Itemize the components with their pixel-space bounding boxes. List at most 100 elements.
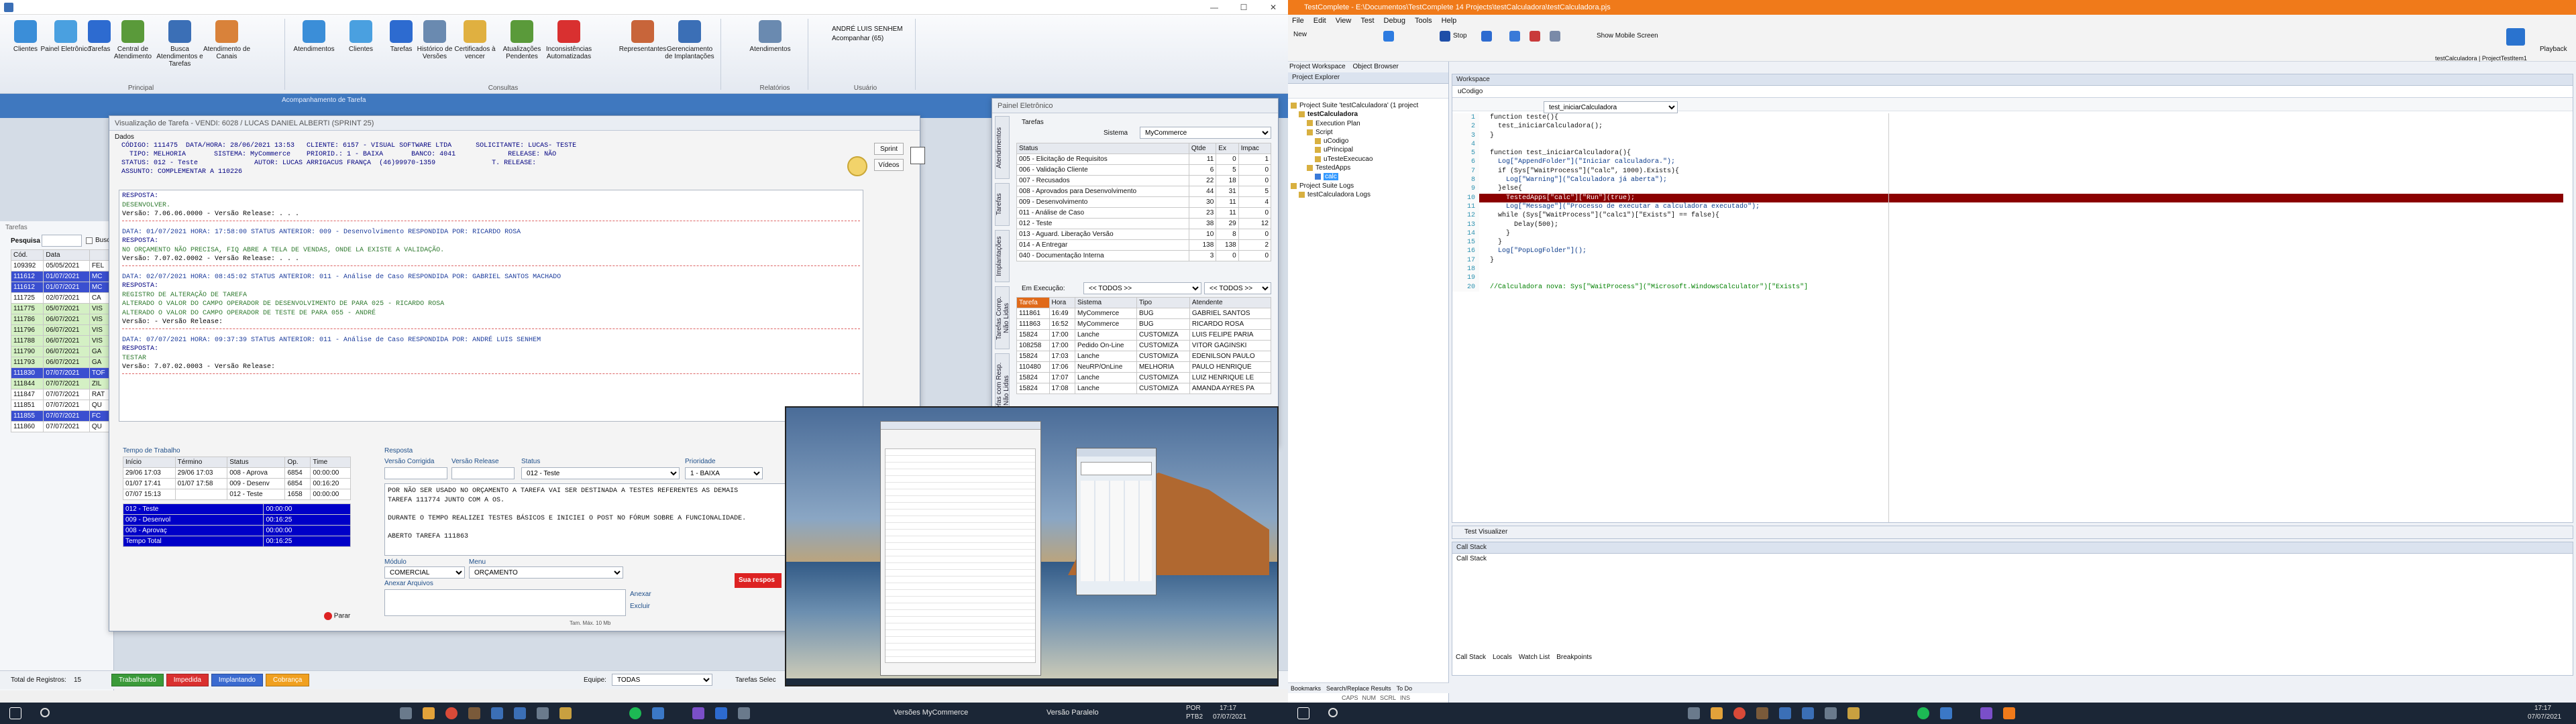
legend-trabalhando[interactable]: Trabalhando (111, 674, 164, 686)
tree-item[interactable]: Project Suite 'testCalculadora' (1 proje… (1291, 101, 1446, 110)
tab-object-browser[interactable]: Object Browser (1353, 63, 1399, 70)
sua-resposta-button[interactable]: Sua respos (735, 573, 782, 588)
visual-studio-icon[interactable] (692, 707, 704, 719)
status-row[interactable]: 040 - Documentação Interna 3 0 0 (1016, 250, 1272, 261)
painel-vtab[interactable]: Tarefas Comp. Não Lidas (995, 286, 1010, 349)
rtaskbar-app-2-icon[interactable] (1711, 707, 1723, 719)
search-input[interactable] (42, 235, 82, 247)
taskbar-item-versoes[interactable]: Versões MyCommerce (894, 709, 968, 717)
tempo-summary-row[interactable]: Tempo Total 00:16:25 (122, 536, 351, 547)
table-row[interactable]: 111793 06/07/2021 GA (10, 357, 112, 368)
menu-item[interactable]: View (1336, 17, 1352, 25)
tree-item[interactable]: TestedApps (1291, 164, 1446, 172)
tree-item[interactable]: uPrincipal (1291, 145, 1446, 154)
user-follow-link[interactable]: Acompanhar (65) (832, 35, 883, 42)
status-row[interactable]: 011 - Análise de Caso 23 11 0 (1016, 207, 1272, 219)
menu-item[interactable]: Debug (1384, 17, 1405, 25)
exec-row[interactable]: 108258 17:00 Pedido On-Line CUSTOMIZA VITOR … (1016, 340, 1272, 351)
clock-date[interactable]: 07/07/2021 (1213, 713, 1246, 721)
object-spy-icon[interactable] (1550, 31, 1560, 42)
tempo-row[interactable]: 01/07 17:41 01/07 17:58 009 - Desenv 6854 00… (123, 478, 351, 489)
status-select[interactable]: 012 - Teste (521, 467, 680, 479)
rtaskbar-spotify-icon[interactable] (1917, 707, 1929, 719)
versao-release-input[interactable] (451, 467, 515, 479)
status-row[interactable]: 009 - Desenvolvimento 30 11 4 (1016, 196, 1272, 208)
playback-icon[interactable] (2506, 28, 2525, 46)
ribbon-button-6[interactable]: Atendimentos (288, 19, 339, 78)
taskbar-app-2-icon[interactable] (423, 707, 435, 719)
table-row[interactable]: 111612 01/07/2021 MC (10, 282, 112, 293)
videos-button[interactable]: Vídeos (874, 159, 904, 171)
modulo-select[interactable]: COMERCIAL (384, 566, 465, 579)
sistema-select[interactable]: MyCommerce (1140, 127, 1271, 139)
table-row[interactable]: 111788 06/07/2021 VIS (10, 335, 112, 347)
tempo-column-header[interactable]: Status (227, 457, 286, 468)
search-icon[interactable] (40, 708, 50, 717)
lang-indicator-2[interactable]: PTB2 (1186, 713, 1203, 721)
exec-row[interactable]: 15824 17:08 Lanche CUSTOMIZA AMANDA AYRES PA (1016, 383, 1272, 394)
status-column-header[interactable]: Ex (1216, 143, 1239, 154)
exec-row[interactable]: 111863 16:52 MyCommerce BUG RICARDO ROSA (1016, 318, 1272, 330)
ribbon-button-14[interactable]: Gerenciamento de Implantações (664, 19, 715, 78)
debug-icon[interactable] (1529, 31, 1540, 42)
right-clock-date[interactable]: 07/07/2021 (2528, 713, 2561, 721)
right-clock-time[interactable]: 17:17 (2534, 705, 2551, 712)
exec-row[interactable]: 15824 17:07 Lanche CUSTOMIZA LUIZ HENRIQUE L… (1016, 372, 1272, 383)
search-checkbox[interactable] (86, 237, 93, 244)
start-icon[interactable] (9, 707, 21, 719)
taskbar-app-6-icon[interactable] (514, 707, 526, 719)
sprint-button[interactable]: Sprint (874, 143, 904, 155)
exec-row[interactable]: 15824 17:00 Lanche CUSTOMIZA LUIS FELIPE PAR… (1016, 329, 1272, 341)
status-row[interactable]: 008 - Aprovados para Desenvolvimento 44 31… (1016, 186, 1272, 197)
chrome-icon[interactable] (445, 707, 458, 719)
spotify-icon[interactable] (629, 707, 641, 719)
clock-time[interactable]: 17:17 (1220, 705, 1236, 712)
rtaskbar-app-5-icon[interactable] (1779, 707, 1791, 719)
tempo-column-header[interactable]: Op. (284, 457, 311, 468)
versao-corrigida-input[interactable] (384, 467, 447, 479)
excluir-button[interactable]: Excluir (630, 603, 650, 610)
table-row[interactable]: 111725 02/07/2021 CA (10, 292, 112, 304)
remote-desktop-preview[interactable] (785, 406, 1279, 686)
tree-item[interactable]: calc (1291, 172, 1446, 181)
table-row[interactable]: 111775 05/07/2021 VIS (10, 303, 112, 314)
status-row[interactable]: 005 - Elicitação de Requisitos 11 0 1 (1016, 154, 1272, 165)
table-row[interactable]: 109392 05/05/2021 FEL (10, 260, 112, 272)
ribbon-button-4[interactable]: Busca Atendimentos e Tarefas (154, 19, 205, 78)
tempo-summary-row[interactable]: 008 - Aprovaç 00:00:00 (122, 525, 351, 536)
menu-item[interactable]: Tools (1415, 17, 1432, 25)
tab-project-workspace[interactable]: Project Workspace (1289, 63, 1346, 70)
ribbon-button-13[interactable]: Representantes (617, 19, 668, 78)
taskbar-app-10-icon[interactable] (652, 707, 664, 719)
code-editor[interactable]: 1 2 3 4 5 6 7 8 9 10 11 12 13 14 15 16 17 18 19 20 function… (1452, 113, 2574, 522)
maximize-button[interactable]: ☐ (1229, 3, 1258, 12)
column-header[interactable] (89, 249, 112, 261)
tempo-row[interactable]: 29/06 17:03 29/06 17:03 008 - Aprova 6854 00… (123, 467, 351, 479)
legend-impedida[interactable]: Impedida (166, 674, 209, 686)
exec-row[interactable]: 110480 17:06 NeuRP/OnLine MELHORIA PAULO HEN… (1016, 361, 1272, 373)
menu-item[interactable]: Help (1442, 17, 1457, 25)
left-bottom-tab[interactable]: To Do (1397, 685, 1413, 692)
rtaskbar-app-7-icon[interactable] (1825, 707, 1837, 719)
column-header[interactable]: Cód. (10, 249, 44, 261)
exec-row[interactable]: 111861 16:49 MyCommerce BUG GABRIEL SANTOS (1016, 308, 1272, 319)
taskbar-app-1-icon[interactable] (400, 707, 412, 719)
tree-item[interactable]: Project Suite Logs (1291, 182, 1446, 190)
taskbar-app-12-icon[interactable] (715, 707, 727, 719)
todos-select-1[interactable]: << TODOS >> (1083, 282, 1201, 294)
tempo-column-header[interactable]: Início (123, 457, 176, 468)
menu-item[interactable]: Edit (1313, 17, 1326, 25)
exec-column-header[interactable]: Tipo (1136, 297, 1190, 308)
taskbar-app-5-icon[interactable] (491, 707, 503, 719)
table-row[interactable]: 111786 06/07/2021 VIS (10, 314, 112, 325)
show-mobile-button[interactable]: Show Mobile Screen (1597, 32, 1658, 40)
ribbon-button-3[interactable]: Central de Atendimento (107, 19, 158, 78)
minimize-button[interactable]: — (1199, 3, 1229, 12)
rtaskbar-app-6-icon[interactable] (1802, 707, 1814, 719)
stop-button[interactable]: Parar (324, 612, 350, 620)
painel-tab-tarefas[interactable]: Tarefas (1022, 119, 1044, 126)
anexar-list[interactable] (384, 589, 626, 616)
rtaskbar-app-1-icon[interactable] (1688, 707, 1700, 719)
function-select[interactable]: test_iniciarCalculadora (1544, 101, 1678, 113)
exec-column-header[interactable]: Tarefa (1016, 297, 1050, 308)
